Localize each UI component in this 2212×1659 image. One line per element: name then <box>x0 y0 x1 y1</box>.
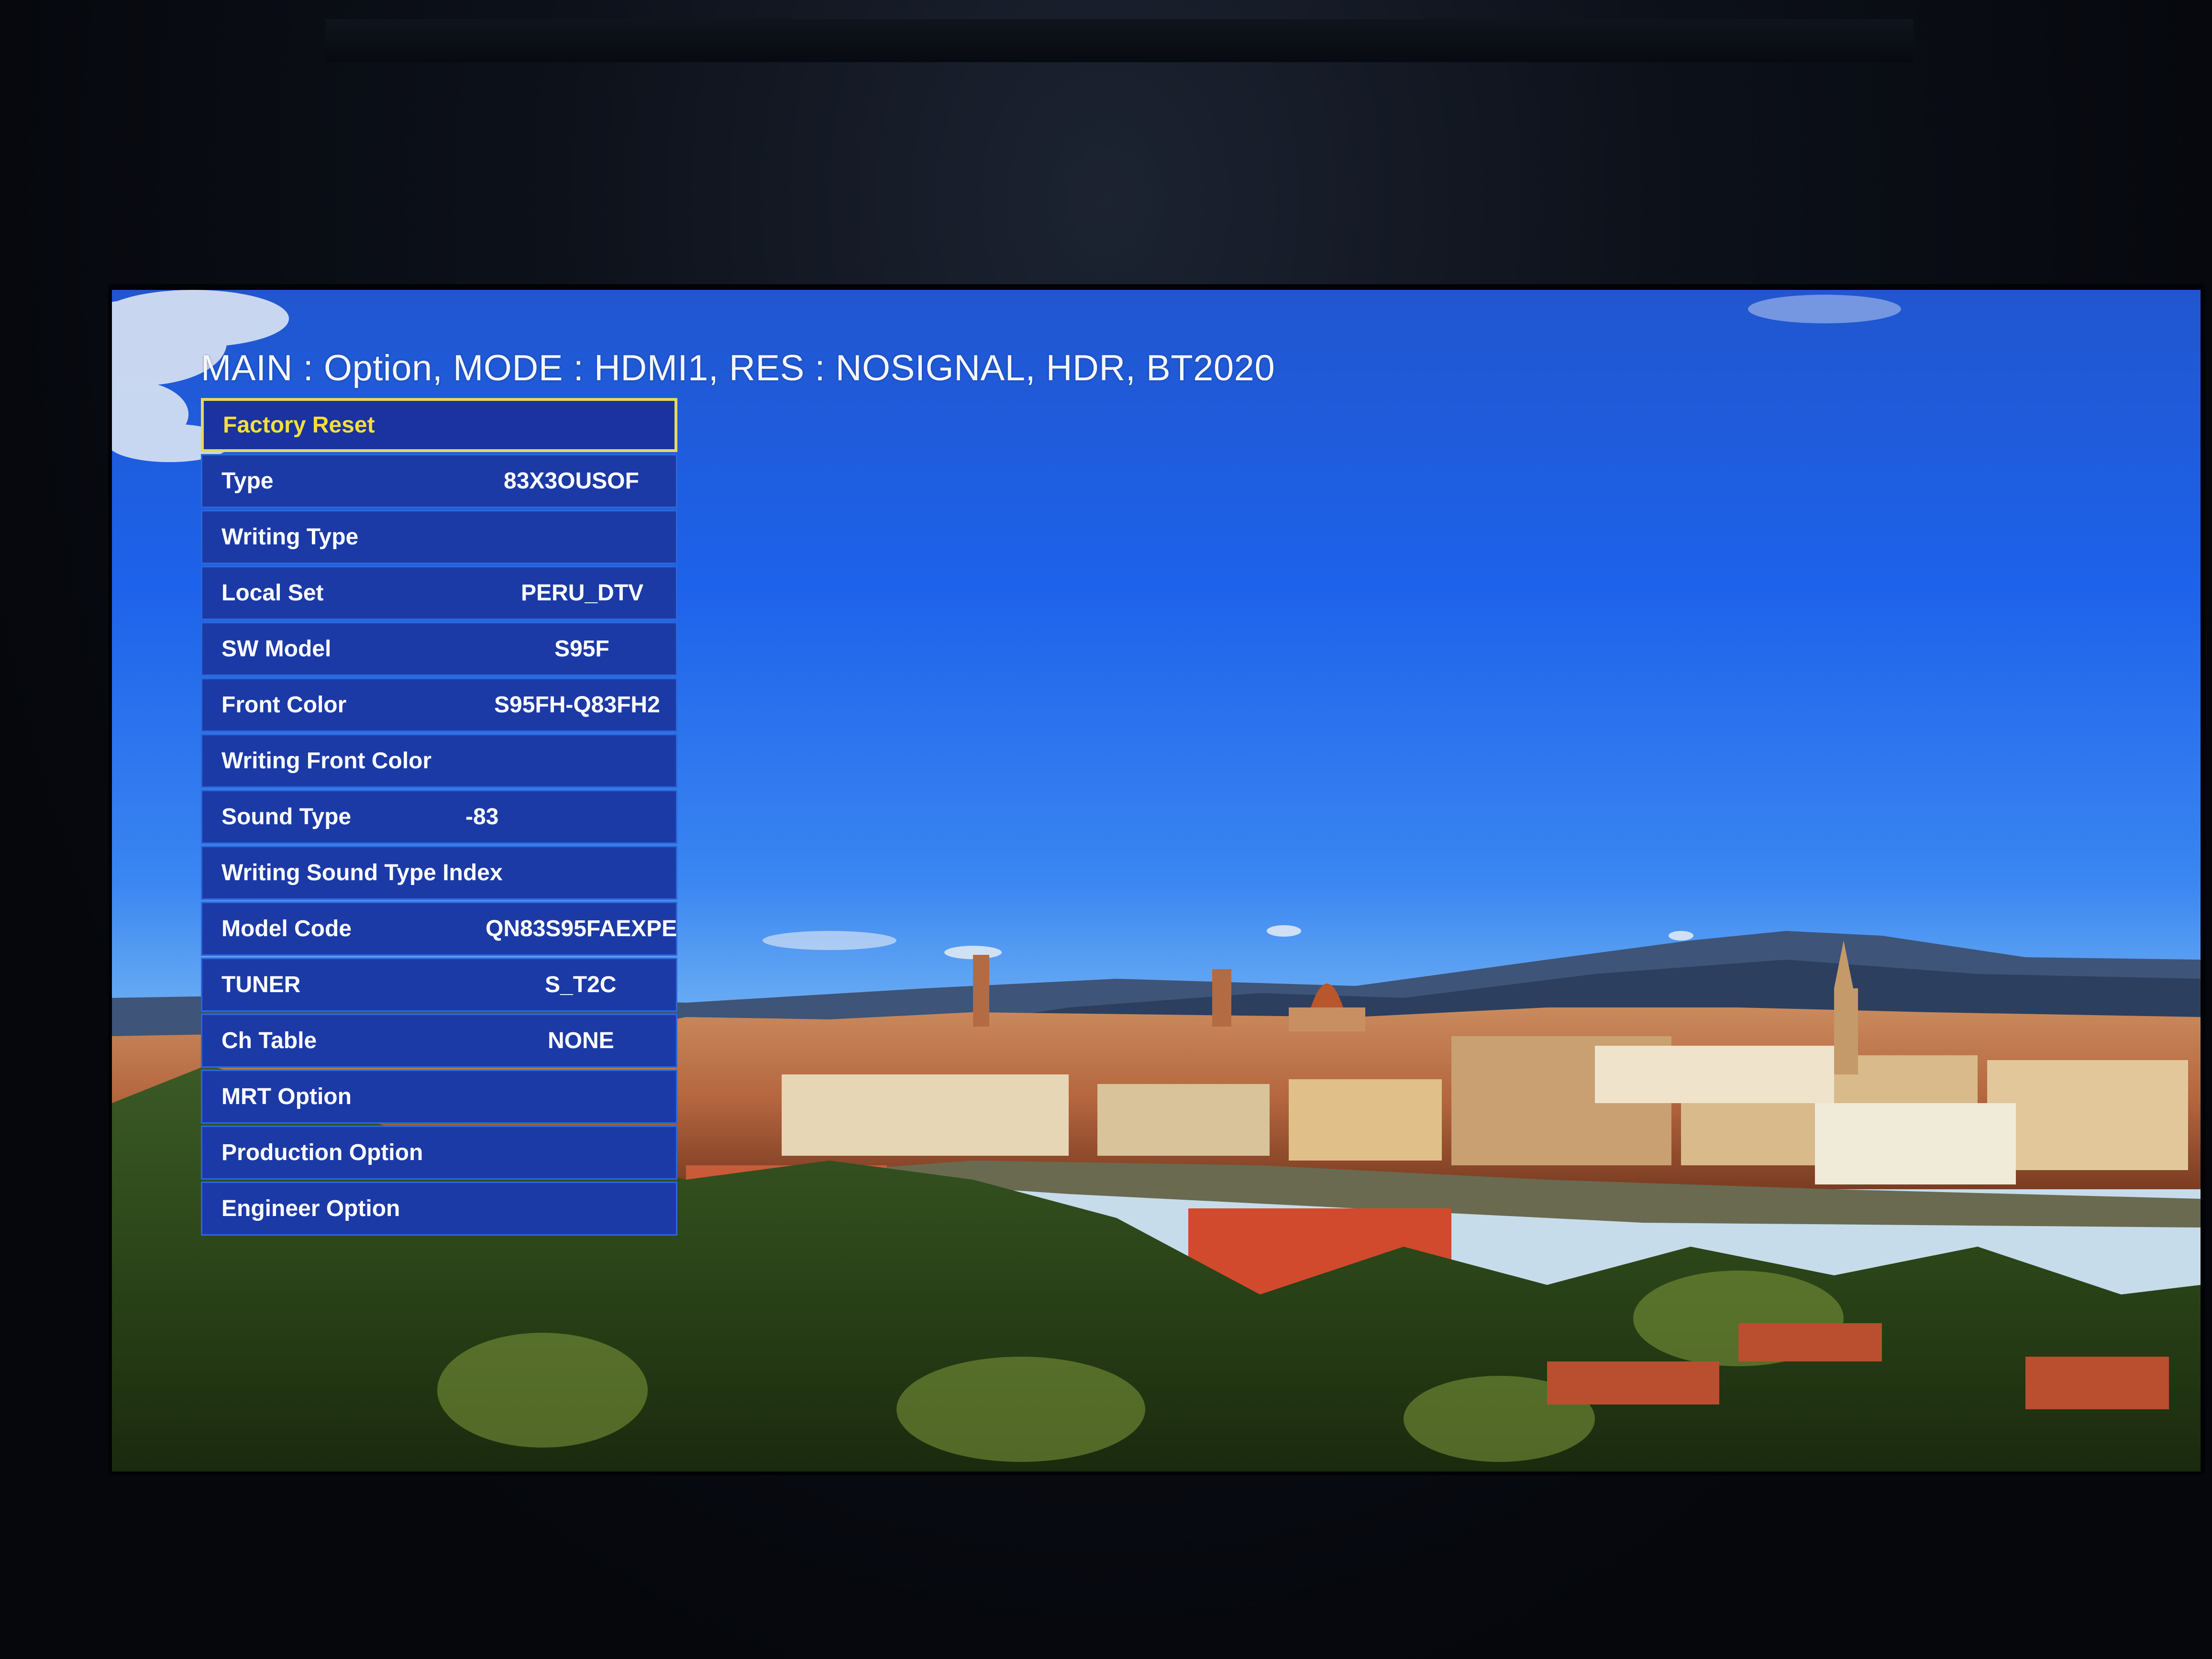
menu-item-model-code[interactable]: Model Code QN83S95FAEXPE <box>201 902 677 956</box>
menu-item-label: TUNER <box>221 972 301 997</box>
menu-item-local-set[interactable]: Local Set PERU_DTV <box>201 566 677 620</box>
menu-item-label: Engineer Option <box>221 1196 400 1221</box>
menu-item-front-color[interactable]: Front Color S95FH-Q83FH2 <box>201 678 677 732</box>
menu-item-engineer-option[interactable]: Engineer Option <box>201 1182 677 1236</box>
menu-item-value: -83 <box>465 804 499 830</box>
menu-item-value: S_T2C <box>545 972 617 997</box>
menu-item-value: S95F <box>554 636 609 662</box>
tv-screen: MAIN : Option, MODE : HDMI1, RES : NOSIG… <box>112 290 2201 1471</box>
ceiling-strip <box>325 19 1913 62</box>
menu-item-label: Production Option <box>221 1140 423 1165</box>
menu-item-label: Local Set <box>221 580 324 606</box>
menu-item-sound-type[interactable]: Sound Type -83 <box>201 790 677 844</box>
menu-item-value: NONE <box>548 1028 614 1053</box>
menu-item-writing-front-color[interactable]: Writing Front Color <box>201 734 677 788</box>
menu-item-mrt-option[interactable]: MRT Option <box>201 1070 677 1124</box>
menu-item-label: Type <box>221 468 274 494</box>
menu-item-label: Writing Sound Type Index <box>221 860 503 885</box>
menu-item-ch-table[interactable]: Ch Table NONE <box>201 1014 677 1068</box>
menu-item-tuner[interactable]: TUNER S_T2C <box>201 958 677 1012</box>
menu-item-label: Model Code <box>221 916 352 941</box>
service-menu: Factory Reset Type 83X3OUSOF Writing Typ… <box>201 398 677 1238</box>
menu-item-label: MRT Option <box>221 1084 352 1109</box>
menu-item-factory-reset[interactable]: Factory Reset <box>201 398 677 452</box>
menu-item-writing-type[interactable]: Writing Type <box>201 510 677 564</box>
menu-item-value: S95FH-Q83FH2 <box>494 692 660 718</box>
menu-item-value: PERU_DTV <box>521 580 644 606</box>
menu-item-label: SW Model <box>221 636 332 662</box>
menu-item-label: Front Color <box>221 692 347 718</box>
menu-item-label: Ch Table <box>221 1028 317 1053</box>
menu-item-label: Writing Front Color <box>221 748 432 774</box>
menu-item-production-option[interactable]: Production Option <box>201 1126 677 1180</box>
osd-status-header: MAIN : Option, MODE : HDMI1, RES : NOSIG… <box>201 348 1275 388</box>
menu-item-sw-model[interactable]: SW Model S95F <box>201 622 677 676</box>
menu-item-label: Sound Type <box>221 804 352 830</box>
menu-item-label: Writing Type <box>221 524 359 550</box>
menu-item-type[interactable]: Type 83X3OUSOF <box>201 454 677 508</box>
menu-item-label: Factory Reset <box>223 412 375 438</box>
menu-item-value: 83X3OUSOF <box>504 468 639 494</box>
menu-item-value: QN83S95FAEXPE <box>486 916 677 941</box>
menu-item-writing-sound-type-index[interactable]: Writing Sound Type Index <box>201 846 677 900</box>
